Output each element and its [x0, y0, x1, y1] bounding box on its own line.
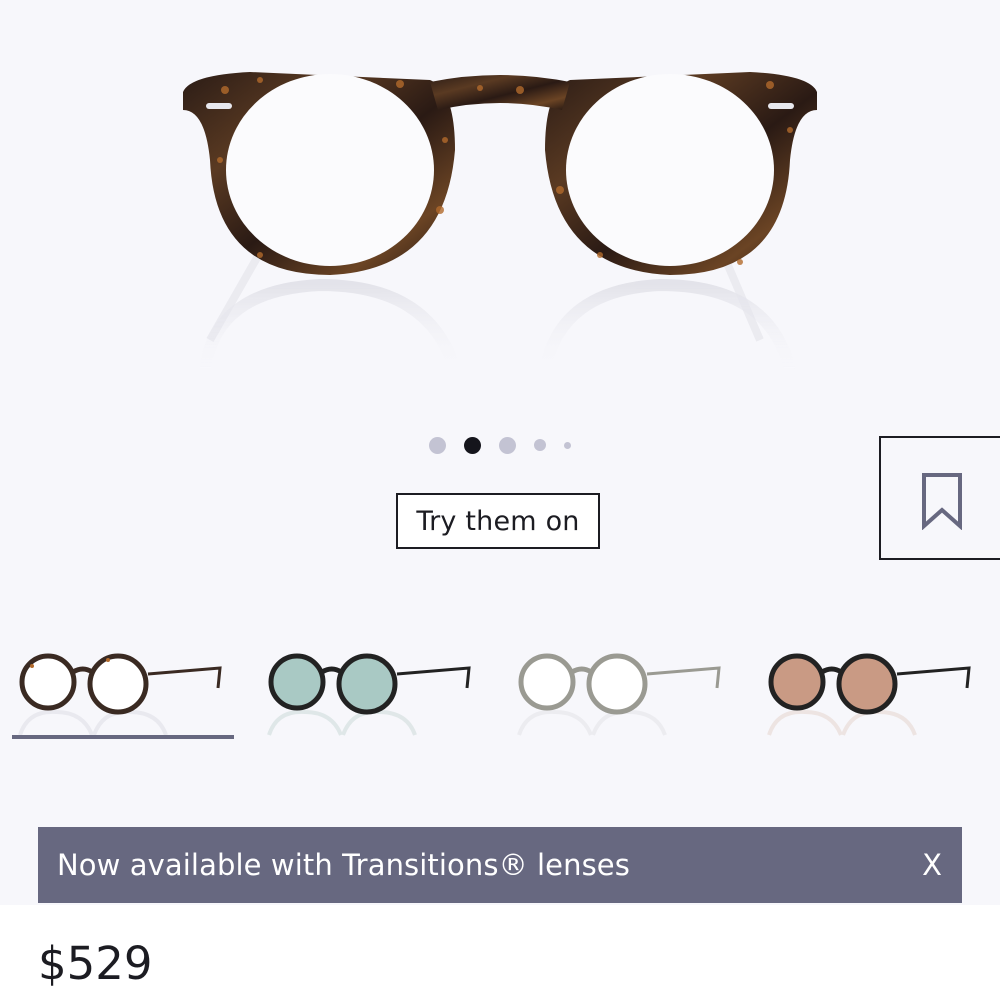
- variant-grey-clear[interactable]: [507, 640, 737, 740]
- carousel-dot[interactable]: [429, 436, 446, 454]
- price-section: $529: [0, 905, 1000, 1000]
- banner-close-button[interactable]: X: [922, 848, 942, 882]
- bookmark-icon: [921, 472, 963, 534]
- save-to-favorites-button[interactable]: [879, 436, 1000, 560]
- variant-black-brown-lens[interactable]: [757, 640, 987, 740]
- variant-black-green-lens[interactable]: [257, 640, 487, 740]
- variant-tortoise[interactable]: [8, 640, 238, 740]
- banner-message: Now available with Transitions® lenses: [57, 848, 630, 882]
- selected-variant-underline: [12, 735, 234, 739]
- product-page: Try them on Now available with Transitio…: [0, 0, 1000, 1000]
- carousel-dot[interactable]: [534, 439, 546, 451]
- product-image[interactable]: [0, 0, 1000, 410]
- try-them-on-label: Try them on: [416, 505, 580, 537]
- carousel-dot[interactable]: [499, 436, 516, 454]
- transitions-promo-banner: Now available with Transitions® lenses X: [38, 827, 962, 903]
- try-them-on-button[interactable]: Try them on: [396, 493, 600, 549]
- product-price: $529: [38, 937, 153, 990]
- carousel-dot-active[interactable]: [464, 436, 481, 454]
- image-carousel-dots: [0, 434, 1000, 456]
- color-variant-selector: [0, 640, 1000, 750]
- carousel-dot[interactable]: [564, 441, 571, 449]
